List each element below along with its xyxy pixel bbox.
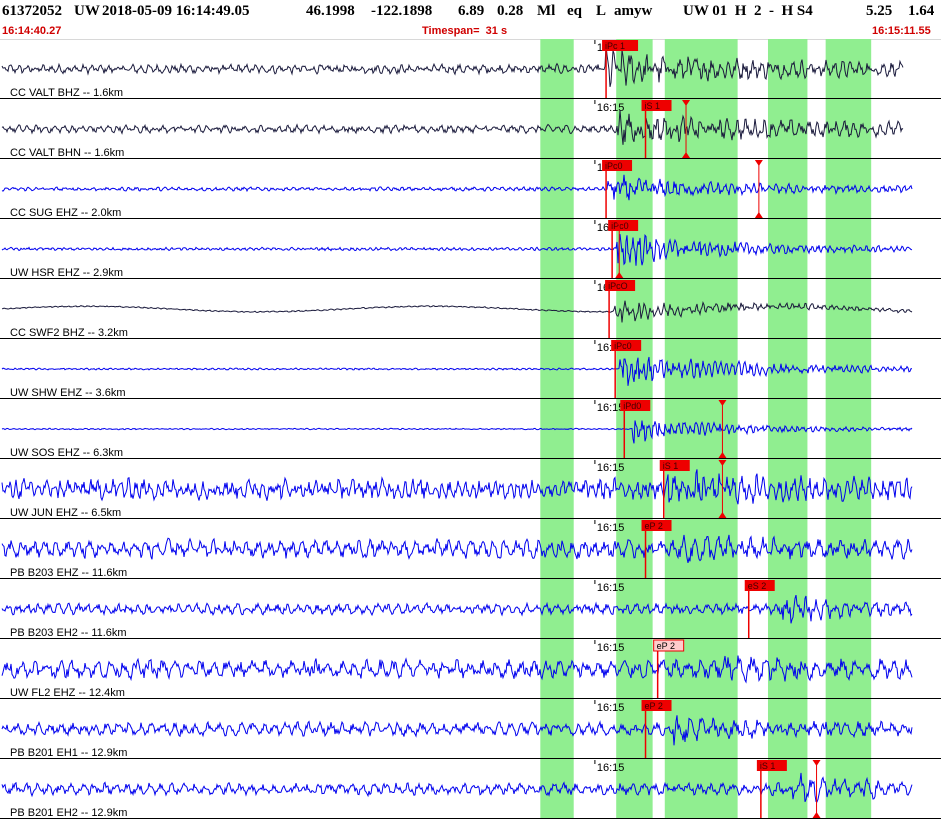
pick-label: iS 1 [645, 101, 661, 111]
station-label: CC VALT BHN -- 1.6km [10, 147, 124, 159]
waveform [1, 109, 904, 145]
pick-label: iS 1 [760, 761, 776, 771]
pick-label: iPc0 [614, 341, 632, 351]
pick-label: iS 1 [663, 461, 679, 471]
event-network: UW [74, 3, 100, 19]
station-label: PB B203 EHZ -- 11.6km [10, 567, 127, 579]
station-label: CC SUG EHZ -- 2.0km [10, 207, 121, 219]
station-label: CC SWF2 BHZ -- 3.2km [10, 327, 128, 339]
event-flag: L [596, 3, 607, 19]
pick-label: eS 2 [748, 581, 767, 591]
event-mag: 0.28 [497, 3, 524, 19]
marker-triangle-up [812, 812, 821, 818]
pick-label: eP 2 [645, 701, 663, 711]
event-id: 61372052 [2, 3, 62, 19]
time-tick-label: 16:15 [597, 702, 625, 714]
station-label: UW HSR EHZ -- 2.9km [10, 267, 123, 279]
event-datetime: 2018-05-09 16:14:49.05 [102, 3, 250, 19]
time-tick-label: 16:15 [597, 762, 625, 774]
pick-label: iPcO [608, 281, 628, 291]
seismogram-panel[interactable]: 16:15 iPc 1 CC VALT BHZ -- 1.6km 16:15 iS 1 C… [0, 39, 941, 820]
pick-label: eP 2 [657, 641, 675, 651]
start-time: 16:14:40.27 [2, 25, 62, 37]
marker-triangle-down [754, 160, 763, 166]
time-tick-label: 16:15 [597, 522, 625, 534]
waveform [1, 44, 904, 88]
event-analyst: amyw [614, 3, 653, 19]
event-depth: 6.89 [458, 3, 485, 19]
event-value-2: 1.64 [908, 3, 935, 19]
event-mag-type: Ml [537, 3, 556, 19]
station-label: PB B201 EH1 -- 12.9km [10, 747, 127, 759]
time-tick-label: 16:15 [597, 642, 625, 654]
pick-label: iPc 1 [605, 41, 625, 51]
station-label: UW SOS EHZ -- 6.3km [10, 447, 123, 459]
event-etype: eq [567, 3, 582, 19]
event-station-info: UW 01 H 2 - H S4 [683, 3, 813, 19]
event-value-1: 5.25 [866, 3, 893, 19]
event-header: 61372052 UW 2018-05-09 16:14:49.05 46.19… [0, 0, 941, 24]
green-band-4 [767, 39, 808, 819]
marker-triangle-down [812, 760, 821, 766]
station-label: PB B201 EH2 -- 12.9km [10, 807, 127, 819]
event-lat: 46.1998 [306, 3, 355, 19]
pick-label: iPd0 [623, 401, 641, 411]
station-label: CC VALT BHZ -- 1.6km [10, 87, 123, 99]
station-label: UW SHW EHZ -- 3.6km [10, 387, 126, 399]
event-lon: -122.1898 [371, 3, 433, 19]
time-range-bar: 16:14:40.27 Timespan= 31 s 16:15:11.55 [0, 24, 941, 39]
station-label: PB B203 EH2 -- 11.6km [10, 627, 127, 639]
pick-label: eP 2 [645, 521, 663, 531]
marker-triangle-up [754, 212, 763, 218]
end-time: 16:15:11.55 [872, 25, 931, 37]
timespan: Timespan= 31 s [422, 25, 508, 37]
pick-label: iPc0 [605, 161, 623, 171]
time-tick-label: 16:15 [597, 462, 625, 474]
station-label: UW JUN EHZ -- 6.5km [10, 507, 121, 519]
station-label: UW FL2 EHZ -- 12.4km [10, 687, 125, 699]
time-tick-label: 16:15 [597, 582, 625, 594]
